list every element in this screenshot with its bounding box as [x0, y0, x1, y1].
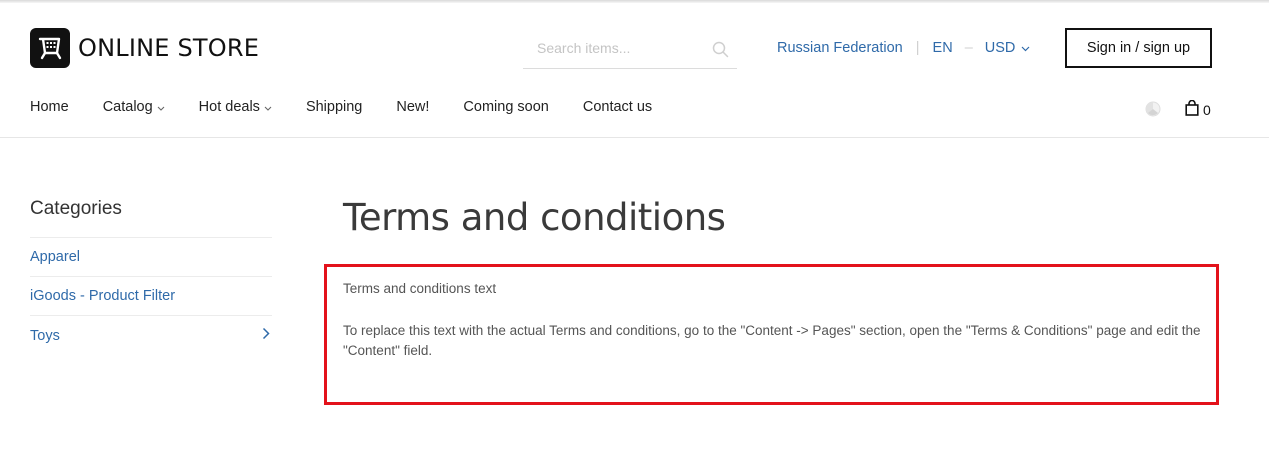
- store-logo[interactable]: ONLINE STORE: [30, 28, 259, 68]
- header-divider: [0, 137, 1269, 138]
- nav-item-catalog[interactable]: Catalog: [103, 99, 165, 115]
- nav-item-new[interactable]: New!: [396, 99, 429, 115]
- country-link[interactable]: Russian Federation: [777, 40, 903, 56]
- nav-item-coming-soon[interactable]: Coming soon: [463, 99, 548, 115]
- nav-item-shipping[interactable]: Shipping: [306, 99, 362, 115]
- nav-item-contact-us[interactable]: Contact us: [583, 99, 652, 115]
- logo-text: ONLINE STORE: [78, 34, 260, 62]
- nav-item-hot-deals[interactable]: Hot deals: [199, 99, 272, 115]
- nav-item-label: Catalog: [102, 99, 153, 115]
- currency-link[interactable]: USD: [985, 40, 1016, 56]
- categories-title: Categories: [30, 198, 122, 219]
- nav-item-label: Home: [30, 99, 69, 115]
- chevron-right-icon[interactable]: [262, 327, 270, 344]
- separator: |: [915, 40, 920, 56]
- nav-item-label: Contact us: [582, 99, 653, 115]
- chevron-down-icon: [157, 99, 165, 115]
- category-item-toys[interactable]: Toys: [30, 316, 272, 355]
- theme-toggle-icon[interactable]: [1145, 101, 1161, 122]
- nav-item-label: Shipping: [305, 99, 363, 115]
- shopping-bag-icon: [1185, 99, 1199, 119]
- chevron-down-icon[interactable]: [1021, 40, 1030, 56]
- cart-count: 0: [1203, 101, 1211, 118]
- content-paragraph: Terms and conditions text: [343, 281, 497, 296]
- category-label: Toys: [30, 327, 60, 344]
- search-icon[interactable]: [712, 41, 729, 63]
- category-label: Apparel: [30, 249, 80, 265]
- category-label: iGoods - Product Filter: [30, 288, 176, 304]
- page-title: Terms and conditions: [343, 196, 726, 239]
- main-nav: Home Catalog Hot deals Shipping New! Com…: [30, 99, 686, 115]
- language-link[interactable]: EN: [933, 40, 953, 56]
- category-item-igoods[interactable]: iGoods - Product Filter: [30, 277, 272, 316]
- search-box: [523, 30, 737, 69]
- nav-item-label: New!: [396, 99, 430, 115]
- page-content: Terms and conditions text To replace thi…: [324, 264, 1219, 405]
- content-paragraph: To replace this text with the actual Ter…: [343, 323, 1201, 358]
- nav-item-home[interactable]: Home: [30, 99, 69, 115]
- search-input[interactable]: [523, 30, 703, 66]
- top-shadow-line: [0, 0, 1269, 3]
- locale-selector: Russian Federation | EN – USD: [777, 40, 1030, 56]
- category-item-apparel[interactable]: Apparel: [30, 238, 272, 277]
- nav-item-label: Coming soon: [463, 99, 549, 115]
- chevron-down-icon: [264, 99, 272, 115]
- categories-list: Apparel iGoods - Product Filter Toys: [30, 237, 272, 355]
- cart-button[interactable]: 0: [1185, 99, 1211, 119]
- signin-button[interactable]: Sign in / sign up: [1065, 28, 1212, 68]
- nav-item-label: Hot deals: [198, 99, 260, 115]
- cart-logo-icon: [30, 28, 70, 68]
- separator-dash: –: [964, 40, 973, 56]
